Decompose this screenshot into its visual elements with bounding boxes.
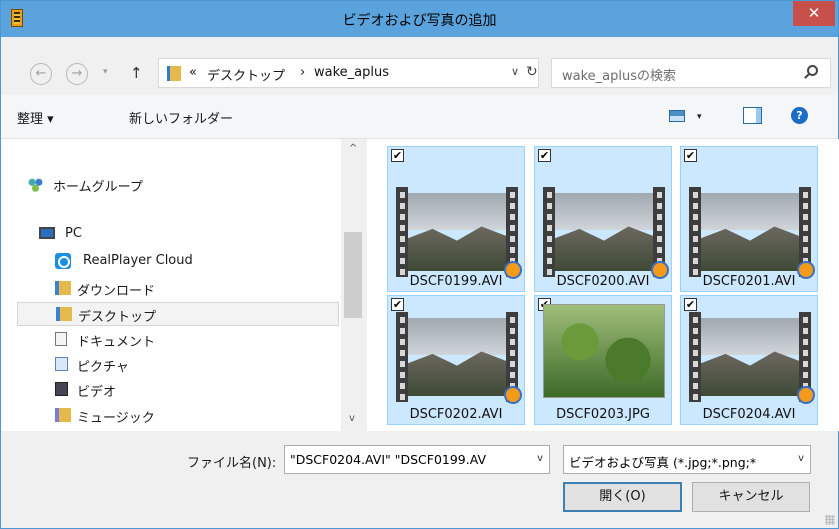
filename-value[interactable]: "DSCF0204.AVI" "DSCF0199.AV — [290, 452, 528, 467]
video-thumbnail — [689, 187, 815, 279]
picture-icon — [55, 357, 68, 371]
nav-label: RealPlayer Cloud — [83, 253, 193, 268]
nav-item-documents[interactable]: ドキュメント — [17, 328, 339, 352]
file-tile[interactable]: ✔ DSCF0199.AVI — [387, 146, 525, 292]
music-icon — [55, 408, 71, 422]
selection-checkbox[interactable]: ✔ — [538, 149, 551, 162]
video-thumbnail — [396, 187, 522, 279]
video-icon — [55, 382, 68, 396]
file-tile[interactable]: ✔ DSCF0204.AVI — [680, 295, 818, 425]
search-placeholder: wake_aplusの検索 — [562, 69, 677, 84]
search-input[interactable]: wake_aplusの検索 — [551, 58, 831, 88]
nav-label: ダウンロード — [77, 284, 156, 299]
selection-checkbox[interactable]: ✔ — [391, 298, 404, 311]
file-tile[interactable]: ✔ DSCF0203.JPG — [534, 295, 672, 425]
nav-item-pictures[interactable]: ピクチャ — [17, 353, 339, 377]
folder-icon — [167, 66, 181, 81]
nav-item-desktop[interactable]: デスクトップ — [17, 302, 339, 326]
filename-combobox[interactable]: "DSCF0204.AVI" "DSCF0199.AV v — [284, 445, 550, 474]
nav-item-music[interactable]: ミュージック — [17, 404, 339, 428]
breadcrumb-desktop[interactable]: デスクトップ — [207, 65, 285, 84]
nav-label: ミュージック — [77, 411, 155, 426]
nav-item-homegroup[interactable]: ホームグループ — [15, 173, 337, 197]
preview-pane-icon[interactable] — [743, 107, 762, 124]
cancel-button[interactable]: キャンセル — [692, 482, 810, 512]
file-name: DSCF0200.AVI — [556, 274, 650, 289]
video-thumbnail — [543, 187, 669, 279]
up-button[interactable]: ↑ — [130, 64, 143, 82]
selection-checkbox[interactable]: ✔ — [391, 149, 404, 162]
filetype-value[interactable]: ビデオおよび写真 (*.jpg;*.png;* — [569, 452, 789, 471]
filename-label: ファイル名(N): — [187, 456, 277, 471]
video-thumbnail — [396, 312, 522, 404]
media-player-icon — [504, 386, 522, 404]
recent-locations-dropdown[interactable]: ▾ — [103, 67, 108, 77]
open-button[interactable]: 開く(O) — [563, 482, 682, 512]
address-bar[interactable]: « デスクトップ › wake_aplus — [158, 58, 539, 88]
window-title: ビデオおよび写真の追加 — [342, 13, 497, 29]
navigation-scrollbar[interactable]: ^ v — [341, 139, 367, 431]
selection-checkbox[interactable]: ✔ — [684, 298, 697, 311]
change-view-icon[interactable] — [669, 110, 685, 122]
organize-button[interactable]: 整理 ▾ — [17, 108, 54, 127]
media-player-icon — [797, 386, 815, 404]
file-tile[interactable]: ✔ DSCF0201.AVI — [680, 146, 818, 292]
folder-icon — [55, 281, 71, 295]
nav-label: PC — [65, 226, 82, 241]
scrollbar-thumb[interactable] — [344, 232, 362, 318]
chevron-down-icon[interactable]: v — [798, 453, 804, 464]
file-name: DSCF0201.AVI — [702, 274, 796, 289]
forward-button[interactable]: → — [66, 63, 88, 85]
selection-checkbox[interactable]: ✔ — [684, 149, 697, 162]
photo-thumbnail — [543, 304, 665, 398]
scroll-up-arrow[interactable]: ^ — [349, 143, 357, 154]
address-dropdown[interactable]: ∨ — [511, 65, 519, 78]
help-icon[interactable]: ? — [791, 107, 808, 124]
file-name: DSCF0199.AVI — [409, 274, 503, 289]
navigation-pane: ホームグループ PC RealPlayer Cloud ダウンロード デスクトッ… — [1, 139, 367, 431]
file-name: DSCF0204.AVI — [702, 407, 796, 422]
nav-label: ホームグループ — [53, 180, 143, 195]
file-name: DSCF0203.JPG — [556, 407, 650, 422]
resize-grip[interactable] — [825, 515, 835, 525]
scroll-down-arrow[interactable]: v — [349, 413, 355, 424]
command-toolbar: 整理 ▾ 新しいフォルダー ▾ ? — [1, 95, 838, 139]
dialog-window: ビデオおよび写真の追加 ✕ ← → ▾ ↑ « デスクトップ › wake_ap… — [0, 0, 839, 529]
file-tile[interactable]: ✔ DSCF0202.AVI — [387, 295, 525, 425]
dialog-footer: ファイル名(N): "DSCF0204.AVI" "DSCF0199.AV v … — [1, 431, 838, 528]
nav-label: ドキュメント — [77, 335, 156, 350]
nav-item-videos[interactable]: ビデオ — [17, 378, 339, 402]
new-folder-button[interactable]: 新しいフォルダー — [129, 108, 233, 127]
nav-item-realplayer-cloud[interactable]: RealPlayer Cloud — [17, 250, 339, 274]
navigation-bar: ← → ▾ ↑ « デスクトップ › wake_aplus ∨ ↻ wake_a… — [1, 37, 838, 95]
close-button[interactable]: ✕ — [793, 1, 835, 26]
homegroup-icon — [27, 177, 44, 192]
view-options-dropdown[interactable]: ▾ — [697, 112, 702, 122]
nav-item-pc[interactable]: PC — [15, 223, 337, 247]
back-button[interactable]: ← — [30, 63, 52, 85]
file-name: DSCF0202.AVI — [409, 407, 503, 422]
nav-item-downloads[interactable]: ダウンロード — [17, 277, 339, 301]
pc-icon — [39, 227, 55, 239]
file-tile[interactable]: ✔ DSCF0200.AVI — [534, 146, 672, 292]
nav-label: デスクトップ — [78, 310, 157, 325]
video-thumbnail — [689, 312, 815, 404]
breadcrumb-overflow[interactable]: « — [189, 65, 197, 80]
breadcrumb-separator[interactable]: › — [300, 65, 305, 80]
filetype-select[interactable]: ビデオおよび写真 (*.jpg;*.png;* v — [563, 445, 811, 474]
chevron-down-icon[interactable]: v — [537, 453, 543, 464]
title-bar[interactable]: ビデオおよび写真の追加 ✕ — [1, 1, 838, 37]
search-icon[interactable] — [807, 65, 818, 76]
breadcrumb-wake-aplus[interactable]: wake_aplus — [314, 65, 389, 80]
realplayer-icon — [55, 253, 71, 269]
folder-icon — [56, 307, 72, 321]
nav-label: ピクチャ — [77, 360, 129, 375]
nav-label: ビデオ — [77, 385, 117, 400]
document-icon — [55, 332, 67, 346]
file-list: ✔ DSCF0199.AVI ✔ DSCF0200.AVI ✔ DSCF0201… — [367, 139, 839, 431]
refresh-icon[interactable]: ↻ — [526, 64, 538, 80]
